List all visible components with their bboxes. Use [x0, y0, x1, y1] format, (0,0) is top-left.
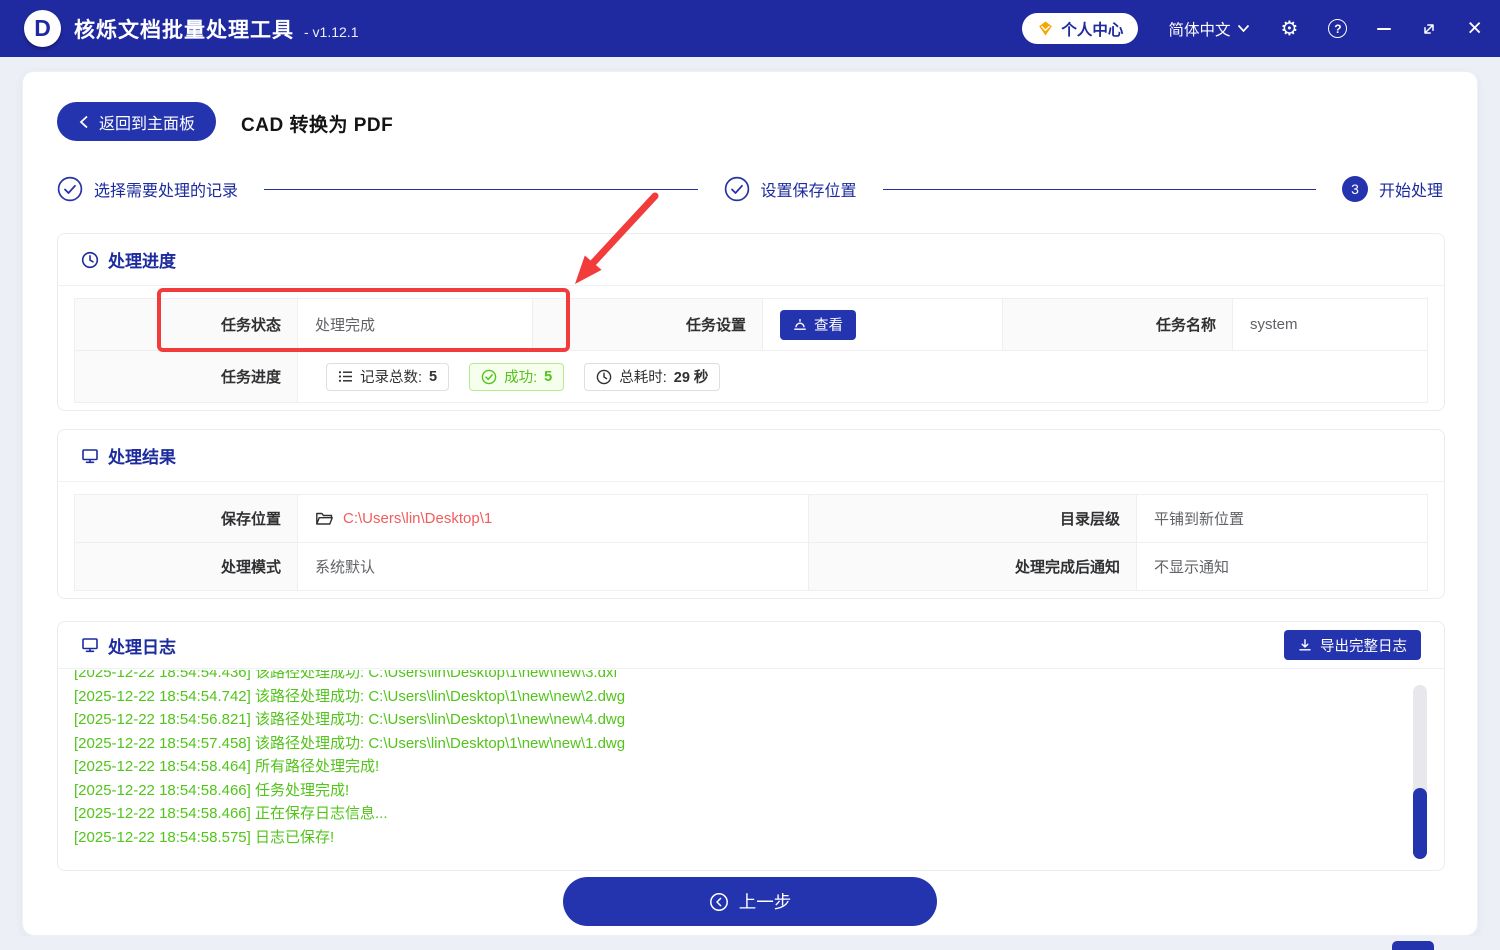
log-entry: [2025-12-22 18:54:54.436] 该路径处理成功: C:\Us…	[74, 670, 618, 681]
step-1-label: 选择需要处理的记录	[94, 183, 239, 200]
language-label: 简体中文	[1168, 21, 1231, 39]
task-status-value: 处理完成	[298, 299, 533, 351]
clock-icon	[596, 369, 612, 384]
task-name-label: 任务名称	[1003, 299, 1233, 351]
settings-gear-icon[interactable]: ⚙	[1280, 19, 1298, 39]
step-connector	[882, 188, 1316, 190]
circle-chevron-left-icon	[709, 892, 728, 911]
step-3-number: 3	[1342, 176, 1368, 202]
directory-level-value: 平铺到新位置	[1137, 495, 1428, 543]
user-center-label: 个人中心	[1061, 21, 1124, 39]
monitor-icon	[82, 448, 98, 463]
chevron-left-icon	[79, 115, 88, 128]
table-row: 任务进度 记录总数: 5 成功: 5 总耗时: 29 秒	[75, 351, 1428, 403]
table-row: 保存位置 C:\Users\lin\Desktop\1 目录层级 平铺到新位置	[75, 495, 1428, 543]
previous-step-button[interactable]: 上一步	[563, 877, 937, 926]
records-value: 5	[429, 368, 438, 385]
back-button-label: 返回到主面板	[99, 115, 196, 133]
chevron-down-icon	[1238, 24, 1250, 33]
log-entry: [2025-12-22 18:54:57.458] 该路径处理成功: C:\Us…	[74, 734, 626, 752]
step-3: 3 开始处理	[1342, 176, 1443, 202]
folder-open-icon	[315, 510, 334, 527]
gem-icon	[1039, 21, 1053, 36]
process-mode-value: 系统默认	[298, 543, 809, 591]
logo-letter: D	[34, 15, 51, 41]
records-label: 记录总数:	[360, 370, 423, 386]
task-status-label: 任务状态	[75, 299, 298, 351]
progress-section: 处理进度 任务状态 处理完成 任务设置 查看 任务名称 system 任务进度 …	[57, 233, 1445, 411]
log-entry: [2025-12-22 18:54:58.466] 正在保存日志信息...	[74, 805, 388, 822]
elapsed-label: 总耗时:	[619, 370, 667, 386]
notify-label: 处理完成后通知	[809, 543, 1137, 591]
log-entry: [2025-12-22 18:54:58.575] 日志已保存!	[74, 828, 335, 846]
log-scrollbar-track[interactable]	[1413, 685, 1427, 859]
log-entry: [2025-12-22 18:54:54.742] 该路径处理成功: C:\Us…	[74, 687, 626, 705]
success-badge: 成功: 5	[469, 362, 565, 391]
language-selector[interactable]: 简体中文	[1168, 18, 1250, 40]
table-row: 任务状态 处理完成 任务设置 查看 任务名称 system	[75, 299, 1428, 351]
notify-value: 不显示通知	[1137, 543, 1428, 591]
result-section: 处理结果 保存位置 C:\Users\lin\Desktop\1 目录层级 平铺…	[57, 429, 1445, 599]
step-3-label: 开始处理	[1379, 183, 1444, 200]
download-icon	[1299, 639, 1311, 651]
records-total-badge: 记录总数: 5	[326, 362, 450, 391]
save-location-path[interactable]: C:\Users\lin\Desktop\1	[343, 510, 492, 527]
step-1: 选择需要处理的记录	[57, 176, 238, 202]
app-window: D 核烁文档批量处理工具 - v1.12.1 个人中心 简体中文 ⚙ ? × 返…	[0, 0, 1500, 950]
app-logo: D	[24, 10, 61, 47]
directory-level-label: 目录层级	[809, 495, 1137, 543]
previous-step-label: 上一步	[738, 892, 792, 912]
step-connector	[264, 188, 698, 190]
task-progress-label: 任务进度	[75, 351, 298, 403]
step-indicator: 选择需要处理的记录 设置保存位置 3 开始处理	[57, 172, 1443, 206]
monitor-icon	[82, 638, 98, 653]
progress-section-title: 处理进度	[108, 252, 176, 271]
page-title: CAD 转换为 PDF	[241, 115, 394, 136]
window-bottom-strip	[0, 936, 1500, 950]
success-value: 5	[544, 368, 553, 385]
main-card: 返回到主面板 CAD 转换为 PDF 选择需要处理的记录 设置保存位置 3 开始…	[22, 71, 1478, 936]
log-section: 处理日志 导出完整日志 [2025-12-22 18:54:54.436] 该路…	[57, 621, 1445, 871]
result-table: 保存位置 C:\Users\lin\Desktop\1 目录层级 平铺到新位置	[74, 494, 1428, 591]
back-to-dashboard-button[interactable]: 返回到主面板	[57, 102, 217, 141]
log-scrollbar-thumb[interactable]	[1413, 788, 1427, 859]
process-mode-label: 处理模式	[75, 543, 298, 591]
clock-icon	[81, 251, 99, 268]
success-label: 成功:	[504, 370, 538, 386]
view-settings-button[interactable]: 查看	[780, 309, 856, 340]
list-icon	[338, 371, 352, 382]
app-title: 核烁文档批量处理工具	[74, 18, 294, 42]
result-section-title: 处理结果	[108, 448, 176, 467]
log-section-title: 处理日志	[108, 637, 176, 657]
close-button[interactable]: ×	[1467, 16, 1482, 41]
step-2: 设置保存位置	[724, 176, 857, 202]
minimize-button[interactable]	[1377, 27, 1392, 30]
view-button-label: 查看	[814, 318, 843, 334]
floating-widget-fragment	[1392, 941, 1434, 950]
siren-icon	[794, 318, 806, 330]
log-entry: [2025-12-22 18:54:56.821] 该路径处理成功: C:\Us…	[74, 711, 626, 728]
maximize-button[interactable]	[1421, 21, 1437, 37]
app-version: - v1.12.1	[304, 23, 359, 40]
progress-table: 任务状态 处理完成 任务设置 查看 任务名称 system 任务进度 记录总数:…	[74, 298, 1428, 403]
elapsed-value: 29 秒	[673, 370, 709, 386]
elapsed-time-badge: 总耗时: 29 秒	[584, 362, 721, 391]
log-entry: [2025-12-22 18:54:58.466] 任务处理完成!	[74, 781, 350, 799]
save-location-label: 保存位置	[75, 495, 298, 543]
title-bar: D 核烁文档批量处理工具 - v1.12.1 个人中心 简体中文 ⚙ ? ×	[0, 0, 1500, 57]
export-log-button[interactable]: 导出完整日志	[1284, 630, 1421, 660]
export-log-label: 导出完整日志	[1320, 638, 1407, 655]
task-settings-label: 任务设置	[533, 299, 763, 351]
step-check-icon	[724, 176, 749, 202]
log-output[interactable]: [2025-12-22 18:54:54.436] 该路径处理成功: C:\Us…	[58, 670, 1444, 869]
step-2-label: 设置保存位置	[760, 183, 857, 200]
user-center-button[interactable]: 个人中心	[1022, 13, 1139, 44]
step-check-icon	[57, 176, 83, 202]
table-row: 处理模式 系统默认 处理完成后通知 不显示通知	[75, 543, 1428, 591]
help-icon[interactable]: ?	[1328, 19, 1348, 38]
log-entry: [2025-12-22 18:54:58.464] 所有路径处理完成!	[74, 758, 380, 775]
check-circle-icon	[481, 369, 497, 384]
task-name-value: system	[1233, 299, 1428, 351]
